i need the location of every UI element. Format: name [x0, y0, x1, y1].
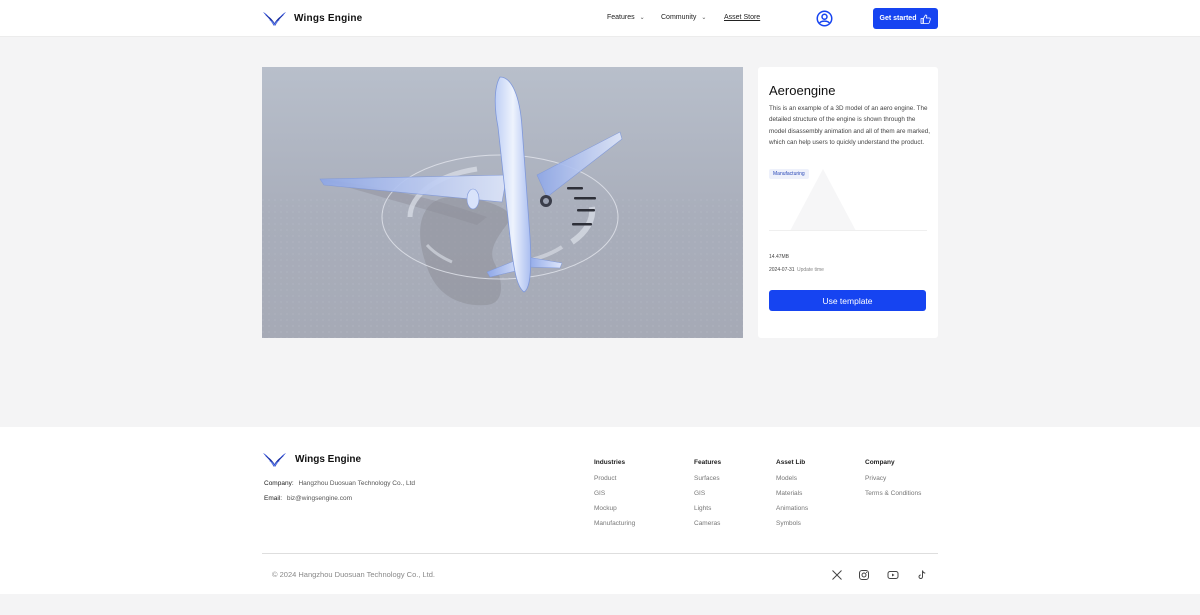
- thumbs-up-icon: [921, 14, 932, 24]
- footer-column-title: Features: [694, 459, 722, 466]
- footer-column-company: Company Privacy Terms & Conditions: [865, 459, 921, 505]
- nav-asset-store[interactable]: Asset Store: [724, 14, 760, 21]
- nav-asset-store-label: Asset Store: [724, 14, 761, 21]
- footer-column-features: Features Surfaces GIS Lights Cameras: [694, 459, 721, 535]
- footer-link[interactable]: GIS: [694, 490, 721, 505]
- email-label: Email:: [264, 495, 283, 502]
- footer-column-asset-lib: Asset Lib Models Materials Animations Sy…: [776, 459, 808, 535]
- update-time-label: Update time: [796, 267, 824, 273]
- get-started-label: Get started: [879, 15, 917, 22]
- top-navbar: Wings Engine Features ⌄ Community ⌄ Asse…: [0, 0, 1200, 37]
- template-detail-card: Aeroengine This is an example of a 3D mo…: [758, 67, 938, 338]
- brand-logo[interactable]: Wings Engine: [262, 10, 362, 27]
- footer-link[interactable]: GIS: [594, 490, 635, 505]
- footer-link[interactable]: Animations: [776, 505, 808, 520]
- footer-link[interactable]: Mockup: [594, 505, 635, 520]
- footer-link[interactable]: Terms & Conditions: [865, 490, 921, 505]
- nav-features-label: Features: [607, 14, 635, 21]
- nav-community[interactable]: Community ⌄: [661, 14, 706, 21]
- template-title: Aeroengine: [769, 83, 836, 98]
- x-icon[interactable]: [831, 569, 843, 581]
- nav-features[interactable]: Features ⌄: [607, 14, 645, 21]
- footer-column-title: Asset Lib: [776, 459, 806, 466]
- footer-link[interactable]: Symbols: [776, 520, 808, 535]
- company-label: Company:: [264, 480, 294, 487]
- footer-link[interactable]: Surfaces: [694, 475, 721, 490]
- company-info: Company: Hangzhou Duosuan Technology Co.…: [264, 480, 415, 487]
- wings-logo-icon: [263, 12, 286, 26]
- user-account-icon[interactable]: [816, 10, 833, 27]
- instagram-icon[interactable]: [858, 569, 870, 581]
- footer-column-industries: Industries Product GIS Mockup Manufactur…: [594, 459, 635, 535]
- template-description: This is an example of a 3D model of an a…: [769, 105, 930, 146]
- copyright-text: © 2024 Hangzhou Duosuan Technology Co., …: [272, 570, 436, 579]
- card-divider: [769, 230, 927, 231]
- footer-divider: [262, 553, 938, 554]
- company-value: Hangzhou Duosuan Technology Co., Ltd: [298, 480, 416, 487]
- footer-link[interactable]: Materials: [776, 490, 808, 505]
- footer-link[interactable]: Product: [594, 475, 635, 490]
- update-time: 2024-07-31 Update time: [769, 267, 824, 273]
- footer: Wings Engine Company: Hangzhou Duosuan T…: [0, 427, 1200, 594]
- chevron-down-icon: ⌄: [639, 15, 645, 21]
- file-size: 14.47MB: [769, 254, 790, 260]
- model-preview[interactable]: [262, 67, 743, 338]
- footer-brand-name: Wings Engine: [295, 454, 362, 465]
- email-value[interactable]: biz@wingsengine.com: [287, 495, 352, 502]
- footer-brand-logo[interactable]: Wings Engine: [262, 451, 361, 468]
- footer-link[interactable]: Models: [776, 475, 808, 490]
- use-template-button[interactable]: Use template: [769, 290, 926, 311]
- footer-link[interactable]: Cameras: [694, 520, 721, 535]
- get-started-button[interactable]: Get started: [873, 8, 938, 29]
- tiktok-icon[interactable]: [916, 569, 928, 581]
- footer-column-title: Company: [865, 459, 895, 466]
- page-bottom-band: [0, 594, 1200, 615]
- youtube-icon[interactable]: [887, 569, 899, 581]
- footer-column-title: Industries: [594, 459, 626, 466]
- update-date: 2024-07-31: [769, 267, 795, 273]
- industry-tag[interactable]: Manufacturing: [769, 169, 809, 179]
- chevron-down-icon: ⌄: [701, 15, 707, 21]
- airplane-model-image: [262, 76, 743, 338]
- email-info: Email: biz@wingsengine.com: [264, 495, 352, 502]
- footer-link[interactable]: Privacy: [865, 475, 921, 490]
- footer-link[interactable]: Lights: [694, 505, 721, 520]
- nav-community-label: Community: [661, 14, 697, 21]
- wings-logo-icon: [263, 453, 286, 467]
- footer-link[interactable]: Manufacturing: [594, 520, 635, 535]
- brand-name: Wings Engine: [294, 13, 363, 24]
